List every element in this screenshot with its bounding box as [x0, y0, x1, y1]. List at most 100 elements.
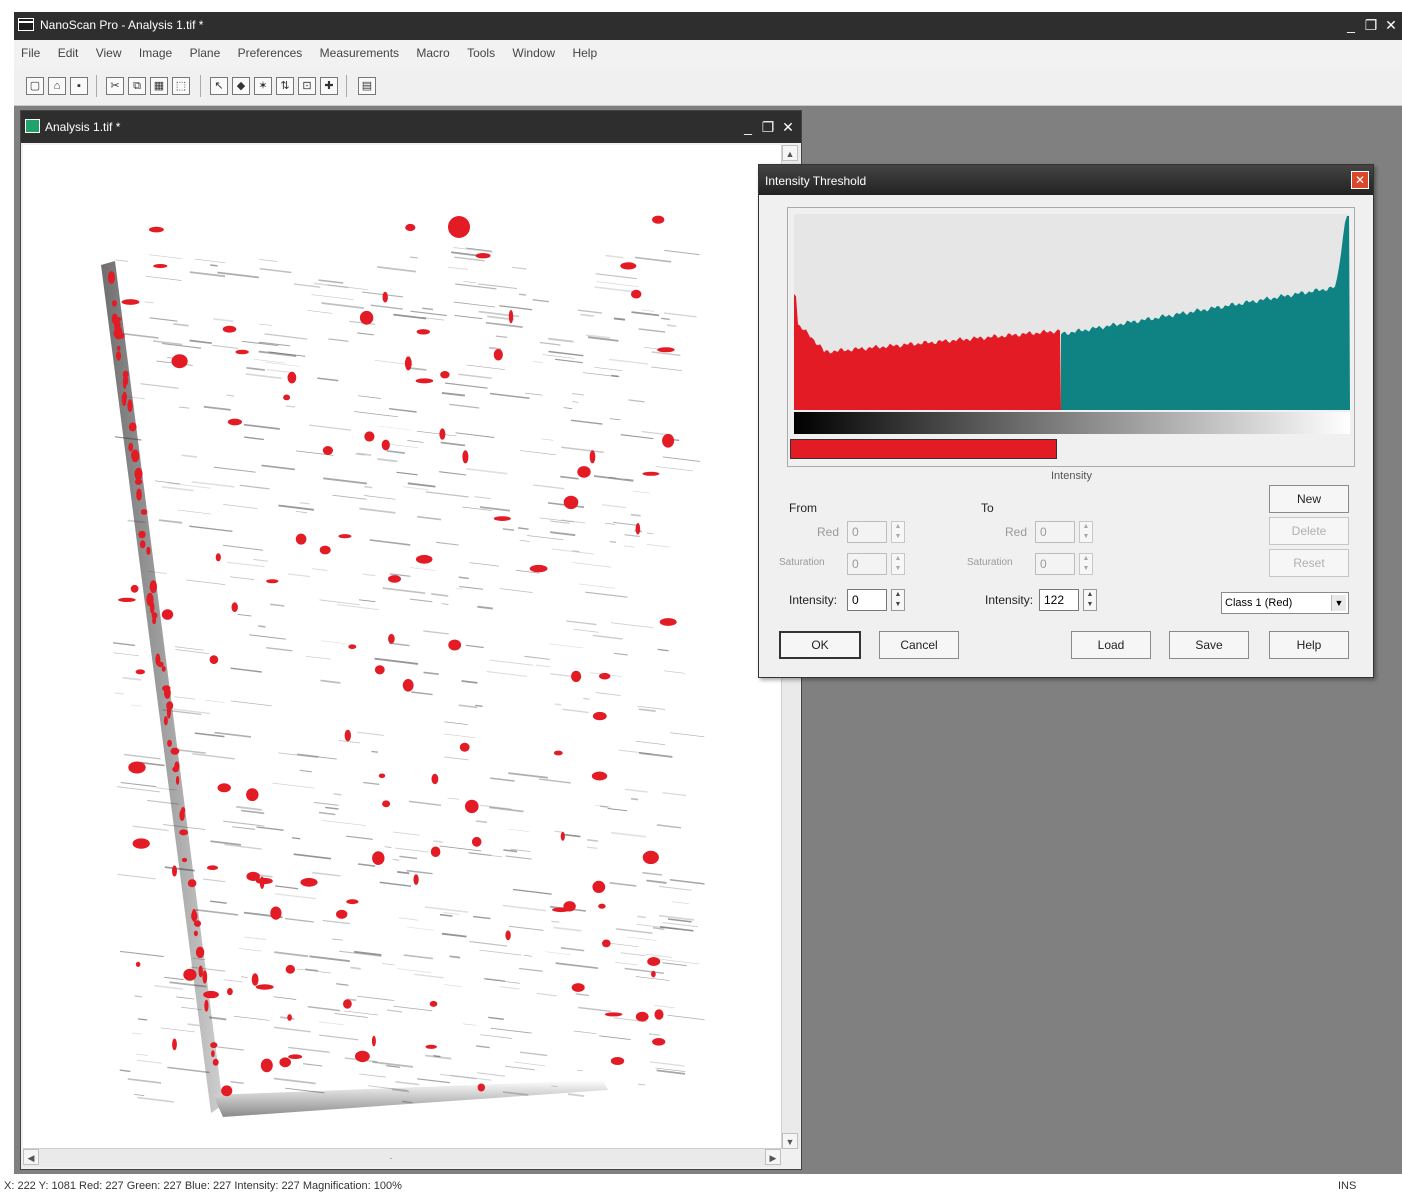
- filter-icon[interactable]: ⇅: [276, 77, 294, 95]
- threshold-icon[interactable]: ◆: [232, 77, 250, 95]
- menu-edit[interactable]: Edit: [51, 40, 86, 60]
- threshold-spot: [493, 516, 511, 521]
- wand-icon[interactable]: ✶: [254, 77, 272, 95]
- toolbar-separator: [96, 75, 97, 97]
- texture-streak: [395, 847, 429, 853]
- texture-streak: [416, 430, 457, 437]
- new-icon[interactable]: ▢: [26, 77, 44, 95]
- cancel-button[interactable]: Cancel: [879, 631, 959, 659]
- channel-select[interactable]: Class 1 (Red) ▼: [1221, 592, 1349, 614]
- to-intensity-field[interactable]: 122: [1039, 589, 1079, 611]
- threshold-spot: [203, 990, 219, 999]
- print-icon[interactable]: ▤: [358, 77, 376, 95]
- scroll-right-icon[interactable]: ▶: [765, 1149, 781, 1165]
- pointer-icon[interactable]: ↖: [210, 77, 228, 95]
- scroll-down-icon[interactable]: ▼: [782, 1133, 798, 1149]
- doc-restore-icon[interactable]: ❐: [759, 118, 777, 136]
- threshold-spot: [378, 773, 386, 779]
- menu-plane[interactable]: Plane: [183, 40, 228, 60]
- texture-streak: [632, 490, 651, 494]
- scroll-thumb[interactable]: ·: [383, 1150, 399, 1166]
- close-icon[interactable]: ✕: [1382, 16, 1400, 34]
- texture-streak: [278, 752, 318, 758]
- restore-icon[interactable]: ❐: [1362, 16, 1380, 34]
- threshold-spot: [181, 857, 188, 863]
- menu-bar: File Edit View Image Plane Preferences M…: [14, 40, 1402, 67]
- reset-class-button[interactable]: Reset: [1269, 549, 1349, 577]
- load-button[interactable]: Load: [1071, 631, 1151, 659]
- to-red-spinner[interactable]: ▲ ▼: [1079, 521, 1093, 543]
- menu-measurements[interactable]: Measurements: [313, 40, 406, 60]
- document-title: Analysis 1.tif *: [45, 120, 121, 134]
- image-canvas[interactable]: [23, 145, 781, 1149]
- texture-streak: [637, 1083, 646, 1086]
- texture-streak: [423, 630, 449, 635]
- menu-image[interactable]: Image: [132, 40, 179, 60]
- texture-streak: [577, 309, 603, 314]
- texture-streak: [662, 962, 687, 967]
- doc-close-icon[interactable]: ✕: [779, 118, 797, 136]
- doc-minimize-icon[interactable]: _: [739, 118, 757, 136]
- threshold-spot: [114, 326, 123, 340]
- menu-preferences[interactable]: Preferences: [231, 40, 310, 60]
- cut-icon[interactable]: ✂: [106, 77, 124, 95]
- from-saturation-field[interactable]: 0: [847, 553, 887, 575]
- texture-streak: [635, 740, 666, 746]
- dialog-close-icon[interactable]: ✕: [1351, 171, 1369, 189]
- open-icon[interactable]: ⌂: [48, 77, 66, 95]
- menu-view[interactable]: View: [89, 40, 129, 60]
- texture-streak: [364, 495, 396, 500]
- texture-streak: [616, 928, 653, 934]
- menu-window[interactable]: Window: [505, 40, 562, 60]
- texture-streak: [384, 846, 392, 848]
- from-red-field[interactable]: 0: [847, 521, 887, 543]
- help-button[interactable]: Help: [1269, 631, 1349, 659]
- texture-streak: [138, 1018, 148, 1021]
- texture-streak: [513, 888, 552, 895]
- new-class-button[interactable]: New: [1269, 485, 1349, 513]
- to-saturation-field[interactable]: 0: [1035, 553, 1075, 575]
- texture-streak: [575, 993, 589, 997]
- menu-help[interactable]: Help: [565, 40, 604, 60]
- scroll-up-icon[interactable]: ▲: [782, 145, 798, 161]
- threshold-spot: [430, 846, 441, 858]
- threshold-spot: [415, 378, 434, 384]
- threshold-range-bar[interactable]: [790, 439, 1057, 459]
- save-icon[interactable]: ▪: [70, 77, 88, 95]
- from-intensity-field[interactable]: 0: [847, 589, 887, 611]
- texture-streak: [332, 938, 343, 941]
- sample-image: [101, 215, 705, 1117]
- texture-streak: [377, 266, 417, 273]
- threshold-spot: [300, 877, 318, 887]
- texture-streak: [539, 341, 561, 346]
- horizontal-scrollbar[interactable]: ◀ · ▶: [23, 1148, 781, 1167]
- texture-streak: [120, 781, 157, 788]
- texture-streak: [518, 527, 529, 530]
- to-saturation-spinner[interactable]: ▲ ▼: [1079, 553, 1093, 575]
- menu-macro[interactable]: Macro: [409, 40, 456, 60]
- minimize-icon[interactable]: _: [1342, 16, 1360, 34]
- status-mode: INS: [1338, 1180, 1357, 1192]
- image-icon[interactable]: ▦: [150, 77, 168, 95]
- save-button[interactable]: Save: [1169, 631, 1249, 659]
- threshold-spot: [657, 347, 675, 353]
- intensity-gradient-bar: [794, 412, 1350, 434]
- from-intensity-spinner[interactable]: ▲ ▼: [891, 589, 905, 611]
- copy-icon[interactable]: ⧉: [128, 77, 146, 95]
- menu-file[interactable]: File: [14, 40, 47, 60]
- crop-icon[interactable]: ⊡: [298, 77, 316, 95]
- scroll-left-icon[interactable]: ◀: [23, 1149, 39, 1165]
- from-red-spinner[interactable]: ▲ ▼: [891, 521, 905, 543]
- intensity-histogram[interactable]: [794, 214, 1350, 410]
- to-red-field[interactable]: 0: [1035, 521, 1075, 543]
- delete-class-button[interactable]: Delete: [1269, 517, 1349, 545]
- texture-streak: [642, 871, 663, 876]
- to-intensity-spinner[interactable]: ▲ ▼: [1083, 589, 1097, 611]
- image-document-icon: [25, 119, 40, 133]
- measure-icon[interactable]: ✚: [320, 77, 338, 95]
- region-icon[interactable]: ⬚: [172, 77, 190, 95]
- threshold-spot: [206, 865, 219, 870]
- from-saturation-spinner[interactable]: ▲ ▼: [891, 553, 905, 575]
- menu-tools[interactable]: Tools: [460, 40, 502, 60]
- ok-button[interactable]: OK: [779, 631, 861, 659]
